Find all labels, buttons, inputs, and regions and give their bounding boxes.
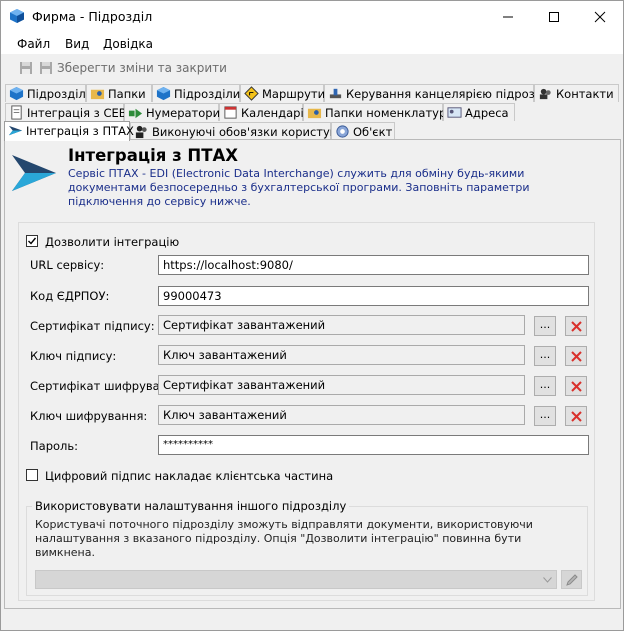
tab-label: Папки <box>108 87 146 101</box>
other-unit-description: Користувачі поточного підрозділу зможуть… <box>35 518 533 559</box>
ptah-arrow-icon <box>8 125 23 136</box>
tab-routes[interactable]: Маршрути <box>240 84 326 102</box>
allow-integration-checkbox[interactable] <box>26 235 38 247</box>
close-icon <box>594 11 606 23</box>
checkmark-icon <box>28 237 37 245</box>
enc-cert-field: Сертифікат завантажений <box>158 375 525 395</box>
password-input[interactable]: ********** <box>158 435 589 455</box>
tab-label: Адреса <box>465 106 509 120</box>
minimize-button[interactable] <box>485 1 531 32</box>
tab-unit[interactable]: Підрозділ <box>5 84 86 102</box>
url-input[interactable]: https://localhost:9080/ <box>158 255 589 275</box>
tab-label: Підрозділ <box>27 87 86 101</box>
enc-key-browse-button[interactable]: ... <box>534 406 556 426</box>
enc-key-delete-button[interactable] <box>565 406 587 426</box>
tab-contacts[interactable]: Контакти <box>534 84 619 102</box>
password-label: Пароль: <box>30 439 79 453</box>
document-icon <box>11 105 22 120</box>
tab-label: Календарі <box>241 106 304 120</box>
cube-icon <box>9 86 24 101</box>
cube-icon <box>156 86 171 101</box>
object-icon <box>336 125 349 138</box>
section-description: Сервіс ПТАХ - EDI (Electronic Data Inter… <box>68 167 530 208</box>
sign-key-field: Ключ завантажений <box>158 345 525 365</box>
enc-key-label: Ключ шифрування: <box>30 409 148 423</box>
enc-cert-delete-button[interactable] <box>565 376 587 396</box>
menu-file[interactable]: Файл <box>17 37 50 51</box>
tab-object[interactable]: Об'єкт <box>331 122 395 140</box>
other-unit-legend: Використовувати налаштування іншого підр… <box>32 499 350 513</box>
stamp-icon <box>329 88 342 99</box>
menu-view[interactable]: Вид <box>65 37 89 51</box>
tab-ptah-integration[interactable]: Інтеграція з ПТАХ <box>4 121 134 141</box>
tab-address[interactable]: Адреса <box>443 103 515 121</box>
close-button[interactable] <box>577 1 623 32</box>
save-icon[interactable] <box>19 61 33 75</box>
calendar-icon <box>224 106 237 119</box>
tab-label: Контакти <box>556 87 614 101</box>
toolbar: Зберегти зміни та закрити <box>1 55 623 81</box>
red-x-icon <box>571 321 582 332</box>
maximize-icon <box>549 12 559 22</box>
address-card-icon <box>447 107 462 118</box>
tab-folders[interactable]: Папки <box>86 84 152 102</box>
numerator-icon <box>128 108 143 119</box>
folder-users-icon <box>90 89 105 100</box>
section-title: Інтеграція з ПТАХ <box>68 146 238 165</box>
menu-bar: Файл Вид Довідка <box>1 32 623 54</box>
chevron-down-icon <box>543 577 552 583</box>
other-unit-edit-button[interactable] <box>561 570 582 589</box>
tab-label: Підрозділи <box>174 87 241 101</box>
tab-label: Об'єкт <box>353 125 393 139</box>
window-title: Фирма - Підрозділ <box>32 9 153 24</box>
title-bar: Фирма - Підрозділ <box>1 1 623 32</box>
tab-label: Інтеграція з СЕВ <box>27 106 127 120</box>
road-sign-icon <box>244 86 259 101</box>
sign-cert-label: Сертифікат підпису: <box>30 319 155 333</box>
sign-cert-field: Сертифікат завантажений <box>158 315 525 335</box>
enc-key-field: Ключ завантажений <box>158 405 525 425</box>
save-close-button[interactable]: Зберегти зміни та закрити <box>57 61 227 75</box>
red-x-icon <box>571 411 582 422</box>
client-sign-checkbox[interactable] <box>26 469 38 481</box>
cube-icon <box>10 9 24 23</box>
tab-label: Виконуючі обов'язки користувачі <box>152 125 354 139</box>
sign-key-delete-button[interactable] <box>565 346 587 366</box>
pencil-icon <box>566 574 578 586</box>
other-unit-select[interactable] <box>35 570 557 589</box>
users-icon <box>135 125 147 139</box>
sign-key-browse-button[interactable]: ... <box>534 346 556 366</box>
tab-label: Нумератори <box>146 106 221 120</box>
url-label: URL сервісу: <box>30 258 105 272</box>
red-x-icon <box>571 351 582 362</box>
tab-nomenclature-folders[interactable]: Папки номенклатури <box>303 103 454 121</box>
app-window: Фирма - Підрозділ Файл Вид Довідка Збере… <box>0 0 624 631</box>
tab-label: Маршрути <box>262 87 326 101</box>
tab-calendars[interactable]: Календарі <box>219 103 304 121</box>
sign-cert-delete-button[interactable] <box>565 316 587 336</box>
maximize-button[interactable] <box>531 1 577 32</box>
enc-cert-browse-button[interactable]: ... <box>534 376 556 396</box>
minimize-icon <box>503 16 513 18</box>
tab-sev-integration[interactable]: Інтеграція з СЕВ <box>5 103 127 121</box>
tab-subunits[interactable]: Підрозділи <box>152 84 240 102</box>
ptah-arrow-logo-icon <box>12 155 56 191</box>
edrpou-label: Код ЄДРПОУ: <box>30 289 110 303</box>
tab-numerators[interactable]: Нумератори <box>124 103 221 121</box>
folder-users-icon <box>307 108 322 119</box>
save-close-icon <box>40 62 52 74</box>
contacts-icon <box>539 88 551 100</box>
tab-label: Інтеграція з ПТАХ <box>26 124 134 138</box>
tab-acting-users[interactable]: Виконуючі обов'язки користувачі <box>130 122 354 140</box>
tab-office-management[interactable]: Керування канцелярією підрозділу <box>324 84 560 102</box>
allow-integration-label[interactable]: Дозволити інтеграцію <box>45 235 179 249</box>
sign-key-label: Ключ підпису: <box>30 349 117 363</box>
tab-label: Папки номенклатури <box>325 106 454 120</box>
client-sign-label[interactable]: Цифровий підпис накладає клієнтська част… <box>45 469 333 483</box>
edrpou-input[interactable]: 99000473 <box>158 286 589 306</box>
red-x-icon <box>571 381 582 392</box>
menu-help[interactable]: Довідка <box>103 37 153 51</box>
tab-label: Керування канцелярією підрозділу <box>346 87 561 101</box>
sign-cert-browse-button[interactable]: ... <box>534 316 556 336</box>
